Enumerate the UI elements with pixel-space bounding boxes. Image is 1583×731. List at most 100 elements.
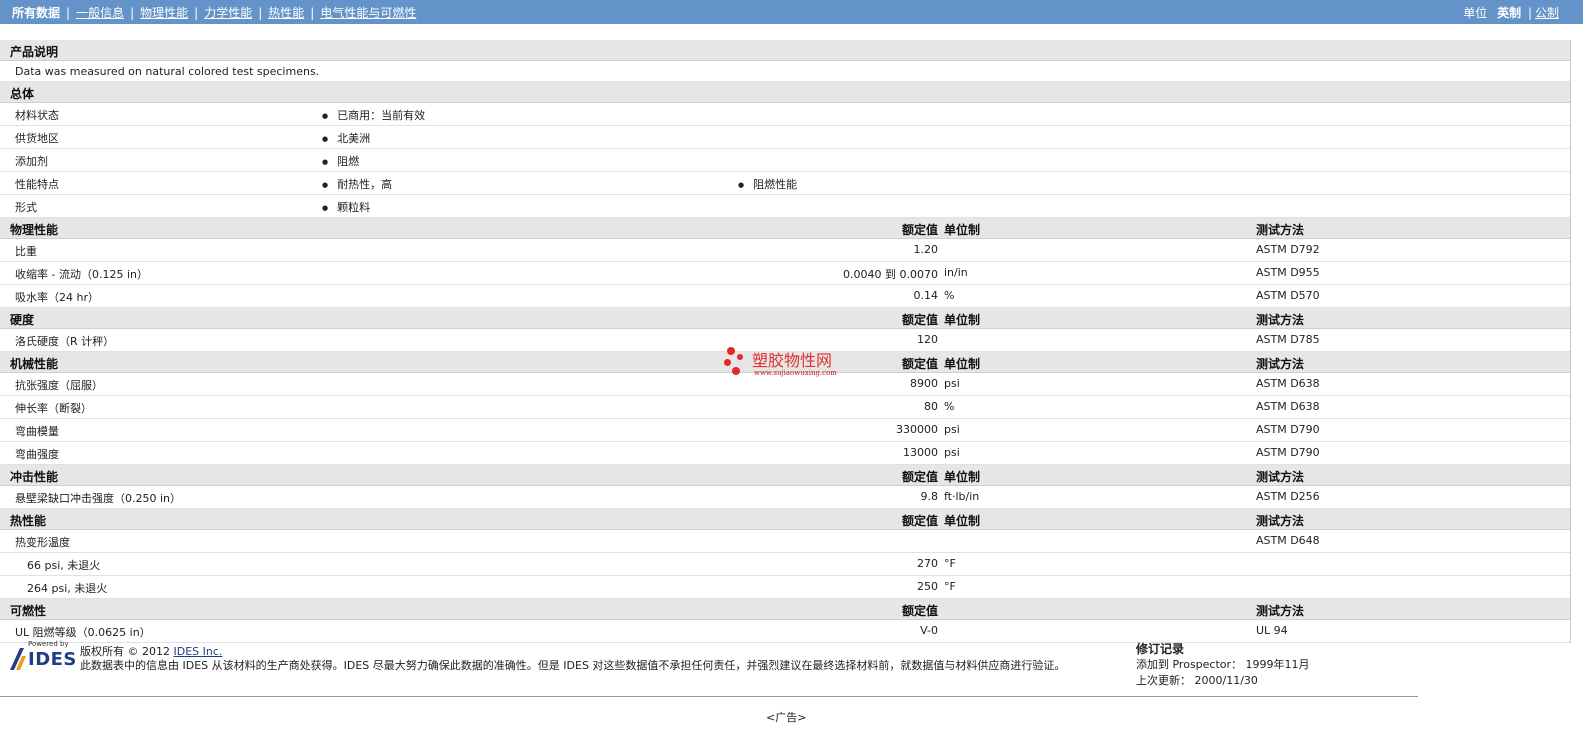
nav-general-info[interactable]: 一般信息 (76, 6, 124, 20)
table-row: 吸水率（24 hr） 0.14 % ASTM D570 (0, 285, 1570, 308)
col-header-value: 额定值 (901, 357, 938, 371)
table-row: 形式 颗粒料 (0, 195, 1570, 218)
row-method: ASTM D638 (1256, 400, 1320, 413)
ides-logo-icon (10, 648, 26, 670)
row-value: 270 (917, 557, 938, 570)
row-label: 热变形温度 (15, 536, 70, 549)
section-title: 可燃性 (10, 604, 47, 618)
row-label: 抗张强度（屈服） (15, 379, 103, 392)
row-label: 材料状态 (15, 109, 59, 122)
row-label: 比重 (15, 245, 37, 258)
row-value: 80 (924, 400, 938, 413)
row-label: 66 psi, 未退火 (27, 559, 101, 572)
bullet-value: 耐热性，高 (322, 176, 392, 192)
section-header-impact: 冲击性能 额定值 单位制 测试方法 (0, 465, 1570, 486)
row-value: 250 (917, 580, 938, 593)
watermark-logo: 塑胶物性网 www.sujiaowuxing.com (722, 347, 852, 381)
row-label: 伸长率（断裂） (15, 402, 92, 415)
row-method: ASTM D785 (1256, 333, 1320, 346)
datasheet-table: 产品说明 Data was measured on natural colore… (0, 40, 1571, 643)
row-value: 8900 (910, 377, 938, 390)
revision-added: 添加到 Prospector： 1999年11月 (1136, 658, 1310, 671)
nav-electrical-flammability[interactable]: 电气性能与可燃性 (320, 6, 416, 20)
disclaimer: 此数据表中的信息由 IDES 从该材料的生产商处获得。IDES 尽最大努力确保此… (80, 659, 1066, 672)
row-method: ASTM D790 (1256, 446, 1320, 459)
bullet-value: 阻燃性能 (738, 176, 797, 192)
table-row: 材料状态 已商用：当前有效 (0, 103, 1570, 126)
col-header-method: 测试方法 (1256, 313, 1305, 327)
row-method: ASTM D638 (1256, 377, 1320, 390)
row-method: ASTM D792 (1256, 243, 1320, 256)
table-row: 供货地区 北美洲 (0, 126, 1570, 149)
section-title: 硬度 (10, 313, 35, 327)
row-unit: % (944, 400, 955, 413)
row-value: 0.0040 到 0.0070 (843, 268, 938, 281)
row-value: 9.8 (920, 490, 939, 503)
row-value: 13000 (903, 446, 938, 459)
unit-metric[interactable]: 公制 (1535, 6, 1559, 20)
table-row: 悬壁梁缺口冲击强度（0.250 in） 9.8 ft·lb/in ASTM D2… (0, 486, 1570, 509)
unit-switcher: 单位 英制 | 公制 (1463, 6, 1559, 20)
col-header-unit: 单位制 (944, 357, 981, 371)
bullet-value: 颗粒料 (322, 199, 370, 215)
col-header-method: 测试方法 (1256, 514, 1305, 528)
section-header-general: 总体 (0, 82, 1570, 103)
col-header-value: 额定值 (901, 514, 938, 528)
watermark-title: 塑胶物性网 (752, 351, 833, 370)
row-label: 形式 (15, 201, 37, 214)
units-label: 单位 (1463, 6, 1488, 20)
col-header-method: 测试方法 (1256, 357, 1305, 371)
row-label: 性能特点 (15, 178, 59, 191)
footer: Powered by IDES 版权所有 © 2012 IDES Inc. 此数… (0, 636, 1420, 696)
row-unit: % (944, 289, 955, 302)
row-method: ASTM D790 (1256, 423, 1320, 436)
table-row: 264 psi, 未退火 250 °F (0, 576, 1570, 599)
section-title: 产品说明 (10, 45, 59, 59)
col-header-method: 测试方法 (1256, 604, 1305, 618)
watermark-url: www.sujiaowuxing.com (754, 369, 837, 377)
logo-name: IDES (28, 649, 77, 670)
nav-mechanical[interactable]: 力学性能 (204, 6, 252, 20)
nav-physical[interactable]: 物理性能 (140, 6, 188, 20)
row-value: 1.20 (913, 243, 939, 256)
row-label: 弯曲模量 (15, 425, 59, 438)
section-title: 热性能 (10, 514, 47, 528)
unit-imperial[interactable]: 英制 (1497, 6, 1521, 20)
section-title: 机械性能 (10, 357, 59, 371)
row-label: 收缩率 - 流动（0.125 in） (15, 268, 148, 281)
revision-title: 修订记录 (1136, 642, 1185, 656)
row-unit: °F (944, 580, 956, 593)
section-header-flammability: 可燃性 额定值 测试方法 (0, 599, 1570, 620)
logo-powered-by: Powered by (28, 640, 69, 648)
row-unit: psi (944, 446, 960, 459)
row-label: 弯曲强度 (15, 448, 59, 461)
section-title: 总体 (10, 87, 35, 101)
table-row: 热变形温度 ASTM D648 (0, 530, 1570, 553)
table-row: 性能特点 耐热性，高 阻燃性能 (0, 172, 1570, 195)
col-header-unit: 单位制 (944, 514, 981, 528)
ides-logo: Powered by IDES (8, 640, 77, 674)
table-row: 添加剂 阻燃 (0, 149, 1570, 172)
row-unit: in/in (944, 266, 968, 279)
row-value: 0.14 (913, 289, 939, 302)
row-label: 264 psi, 未退火 (27, 582, 108, 595)
table-row: 弯曲模量 330000 psi ASTM D790 (0, 419, 1570, 442)
col-header-value: 额定值 (901, 313, 938, 327)
row-method: ASTM D256 (1256, 490, 1320, 503)
revision-updated: 上次更新： 2000/11/30 (1136, 674, 1258, 687)
revision-info: 修订记录 添加到 Prospector： 1999年11月 上次更新： 2000… (1136, 641, 1310, 689)
row-value: 120 (917, 333, 938, 346)
top-nav-bar: 所有数据 | 一般信息 | 物理性能 | 力学性能 | 热性能 | 电气性能与可燃性 单位 英制 |… (0, 0, 1583, 24)
row-unit: psi (944, 423, 960, 436)
row-unit: ft·lb/in (944, 490, 980, 503)
col-header-unit: 单位制 (944, 470, 981, 484)
nav-all-data[interactable]: 所有数据 (12, 6, 60, 20)
nav-thermal[interactable]: 热性能 (268, 6, 304, 20)
table-row: 66 psi, 未退火 270 °F (0, 553, 1570, 576)
table-row: 弯曲强度 13000 psi ASTM D790 (0, 442, 1570, 465)
row-label: 洛氏硬度（R 计秤） (15, 335, 115, 348)
row-unit: psi (944, 377, 960, 390)
col-header-value: 额定值 (901, 604, 938, 618)
ad-label: <广告> (766, 711, 807, 724)
row-method: ASTM D570 (1256, 289, 1320, 302)
